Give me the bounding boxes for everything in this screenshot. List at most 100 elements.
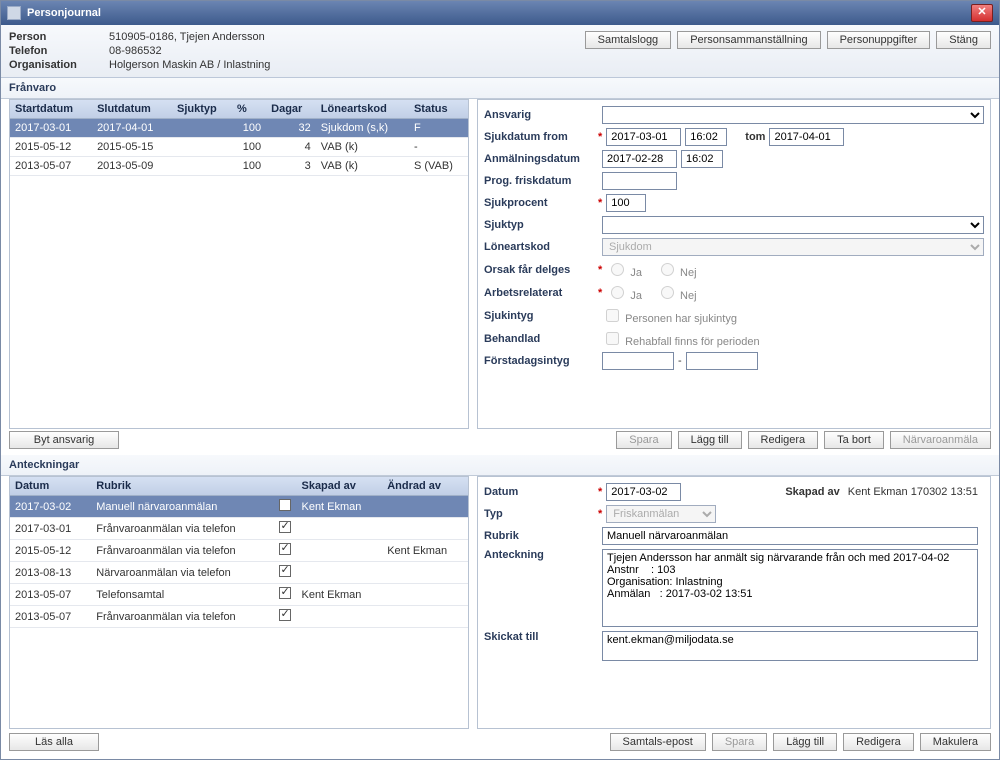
ant-skickat-label: Skickat till	[484, 631, 594, 643]
col-sjuktyp[interactable]: Sjuktyp	[172, 100, 232, 119]
franvaro-detail-panel: Ansvarig Sjukdatum from * tom Anmälnings…	[477, 99, 991, 429]
franvaro-spara-button: Spara	[616, 431, 671, 449]
behandlad-label: Behandlad	[484, 333, 594, 345]
read-checkbox-icon	[279, 587, 291, 599]
anmalningsdatum-label: Anmälningsdatum	[484, 153, 594, 165]
personsammanstallning-button[interactable]: Personsammanställning	[677, 31, 820, 49]
forstadagsintyg-label: Förstadagsintyg	[484, 355, 594, 367]
table-row[interactable]: 2015-05-122015-05-151004VAB (k)-	[10, 138, 468, 157]
sjukprocent-input[interactable]	[606, 194, 646, 212]
col-ant-rubrik[interactable]: Rubrik	[91, 477, 274, 496]
loneartskod-select: Sjukdom	[602, 238, 984, 256]
sjukprocent-label: Sjukprocent	[484, 197, 594, 209]
ant-redigera-button[interactable]: Redigera	[843, 733, 914, 751]
table-row[interactable]: 2013-05-07TelefonsamtalKent Ekman	[10, 584, 468, 606]
ant-lagg-till-button[interactable]: Lägg till	[773, 733, 837, 751]
stang-button[interactable]: Stäng	[936, 31, 991, 49]
arbetsrelaterat-label: Arbetsrelaterat	[484, 287, 594, 299]
ant-anteckning-textarea[interactable]	[602, 549, 978, 627]
ant-datum-input[interactable]	[606, 483, 681, 501]
ant-anteckning-label: Anteckning	[484, 549, 594, 561]
arbetsrel-nej-radio	[661, 286, 674, 299]
header-info: Person 510905-0186, Tjejen Andersson Tel…	[9, 31, 270, 71]
table-row[interactable]: 2013-08-13Närvaroanmälan via telefon	[10, 562, 468, 584]
ansvarig-label: Ansvarig	[484, 109, 594, 121]
col-ant-skapadav[interactable]: Skapad av	[296, 477, 382, 496]
prog-friskdatum-label: Prog. friskdatum	[484, 175, 594, 187]
window-close-button[interactable]: ✕	[971, 4, 993, 22]
telefon-value: 08-986532	[109, 45, 270, 57]
tom-label: tom	[745, 131, 765, 143]
read-checkbox-icon	[279, 521, 291, 533]
tom-date[interactable]	[769, 128, 844, 146]
ant-skapadav-value: Kent Ekman 170302 13:51	[848, 486, 978, 498]
ant-rubrik-label: Rubrik	[484, 530, 594, 542]
byt-ansvarig-button[interactable]: Byt ansvarig	[9, 431, 119, 449]
read-checkbox-icon	[279, 565, 291, 577]
sjukintyg-checkbox	[606, 309, 619, 322]
col-slutdatum[interactable]: Slutdatum	[92, 100, 172, 119]
sjuktyp-select[interactable]	[602, 216, 984, 234]
ant-makulera-button[interactable]: Makulera	[920, 733, 991, 751]
titlebar: Personjournal ✕	[1, 1, 999, 25]
table-row[interactable]: 2013-05-072013-05-091003VAB (k)S (VAB)	[10, 157, 468, 176]
organisation-label: Organisation	[9, 59, 109, 71]
ant-typ-select: Friskanmälan	[606, 505, 716, 523]
sjukintyg-label: Sjukintyg	[484, 310, 594, 322]
anmalningsdatum-time[interactable]	[681, 150, 723, 168]
col-ant-check[interactable]	[274, 477, 296, 496]
table-row[interactable]: 2015-05-12Frånvaroanmälan via telefonKen…	[10, 540, 468, 562]
read-checkbox-icon	[279, 609, 291, 621]
col-dagar[interactable]: Dagar	[266, 100, 316, 119]
ant-rubrik-input[interactable]	[602, 527, 978, 545]
col-status[interactable]: Status	[409, 100, 468, 119]
ant-spara-button: Spara	[712, 733, 767, 751]
narvaroanmala-button: Närvaroanmäla	[890, 431, 991, 449]
person-label: Person	[9, 31, 109, 43]
col-ant-datum[interactable]: Datum	[10, 477, 91, 496]
table-row[interactable]: 2017-03-02Manuell närvaroanmälanKent Ekm…	[10, 496, 468, 518]
arbetsrel-ja-radio	[611, 286, 624, 299]
sjukdatum-from-date[interactable]	[606, 128, 681, 146]
sjukdatum-from-time[interactable]	[685, 128, 727, 146]
anteckningar-table[interactable]: Datum Rubrik Skapad av Ändrad av 2017-03…	[10, 477, 468, 628]
organisation-value: Holgerson Maskin AB / Inlastning	[109, 59, 270, 71]
las-alla-button[interactable]: Läs alla	[9, 733, 99, 751]
ant-skickat-textarea[interactable]	[602, 631, 978, 661]
prog-friskdatum-input[interactable]	[602, 172, 677, 190]
forstadagsintyg-to[interactable]	[686, 352, 758, 370]
anmalningsdatum-date[interactable]	[602, 150, 677, 168]
ant-skapadav-label: Skapad av	[785, 486, 839, 498]
franvaro-title: Frånvaro	[1, 78, 999, 99]
orsak-nej-radio	[661, 263, 674, 276]
col-startdatum[interactable]: Startdatum	[10, 100, 92, 119]
table-row[interactable]: 2017-03-012017-04-0110032Sjukdom (s,k)F	[10, 119, 468, 138]
franvaro-ta-bort-button[interactable]: Ta bort	[824, 431, 884, 449]
anteckningar-title: Anteckningar	[1, 455, 999, 476]
table-row[interactable]: 2013-05-07Frånvaroanmälan via telefon	[10, 606, 468, 628]
personuppgifter-button[interactable]: Personuppgifter	[827, 31, 931, 49]
sjukdatum-from-label: Sjukdatum from	[484, 131, 594, 143]
franvaro-redigera-button[interactable]: Redigera	[748, 431, 819, 449]
header-band: Person 510905-0186, Tjejen Andersson Tel…	[1, 25, 999, 78]
samtals-epost-button[interactable]: Samtals-epost	[610, 733, 706, 751]
table-row[interactable]: 2017-03-01Frånvaroanmälan via telefon	[10, 518, 468, 540]
orsak-ja-radio	[611, 263, 624, 276]
samtalslogg-button[interactable]: Samtalslogg	[585, 31, 672, 49]
read-checkbox-icon	[279, 499, 291, 511]
ansvarig-select[interactable]	[602, 106, 984, 124]
anteckningar-grid-panel: Datum Rubrik Skapad av Ändrad av 2017-03…	[9, 476, 469, 729]
forstadagsintyg-from[interactable]	[602, 352, 674, 370]
ant-datum-label: Datum	[484, 486, 594, 498]
sjuktyp-label: Sjuktyp	[484, 219, 594, 231]
anteckningar-detail-panel: Datum * Skapad av Kent Ekman 170302 13:5…	[477, 476, 991, 729]
franvaro-lagg-till-button[interactable]: Lägg till	[678, 431, 742, 449]
franvaro-table[interactable]: Startdatum Slutdatum Sjuktyp % Dagar Lön…	[10, 100, 468, 176]
col-ant-andradav[interactable]: Ändrad av	[382, 477, 468, 496]
personjournal-window: Personjournal ✕ Person 510905-0186, Tjej…	[0, 0, 1000, 760]
read-checkbox-icon	[279, 543, 291, 555]
telefon-label: Telefon	[9, 45, 109, 57]
header-buttons: Samtalslogg Personsammanställning Person…	[585, 31, 991, 71]
col-loneartskod[interactable]: Löneartskod	[316, 100, 409, 119]
col-percent[interactable]: %	[232, 100, 266, 119]
